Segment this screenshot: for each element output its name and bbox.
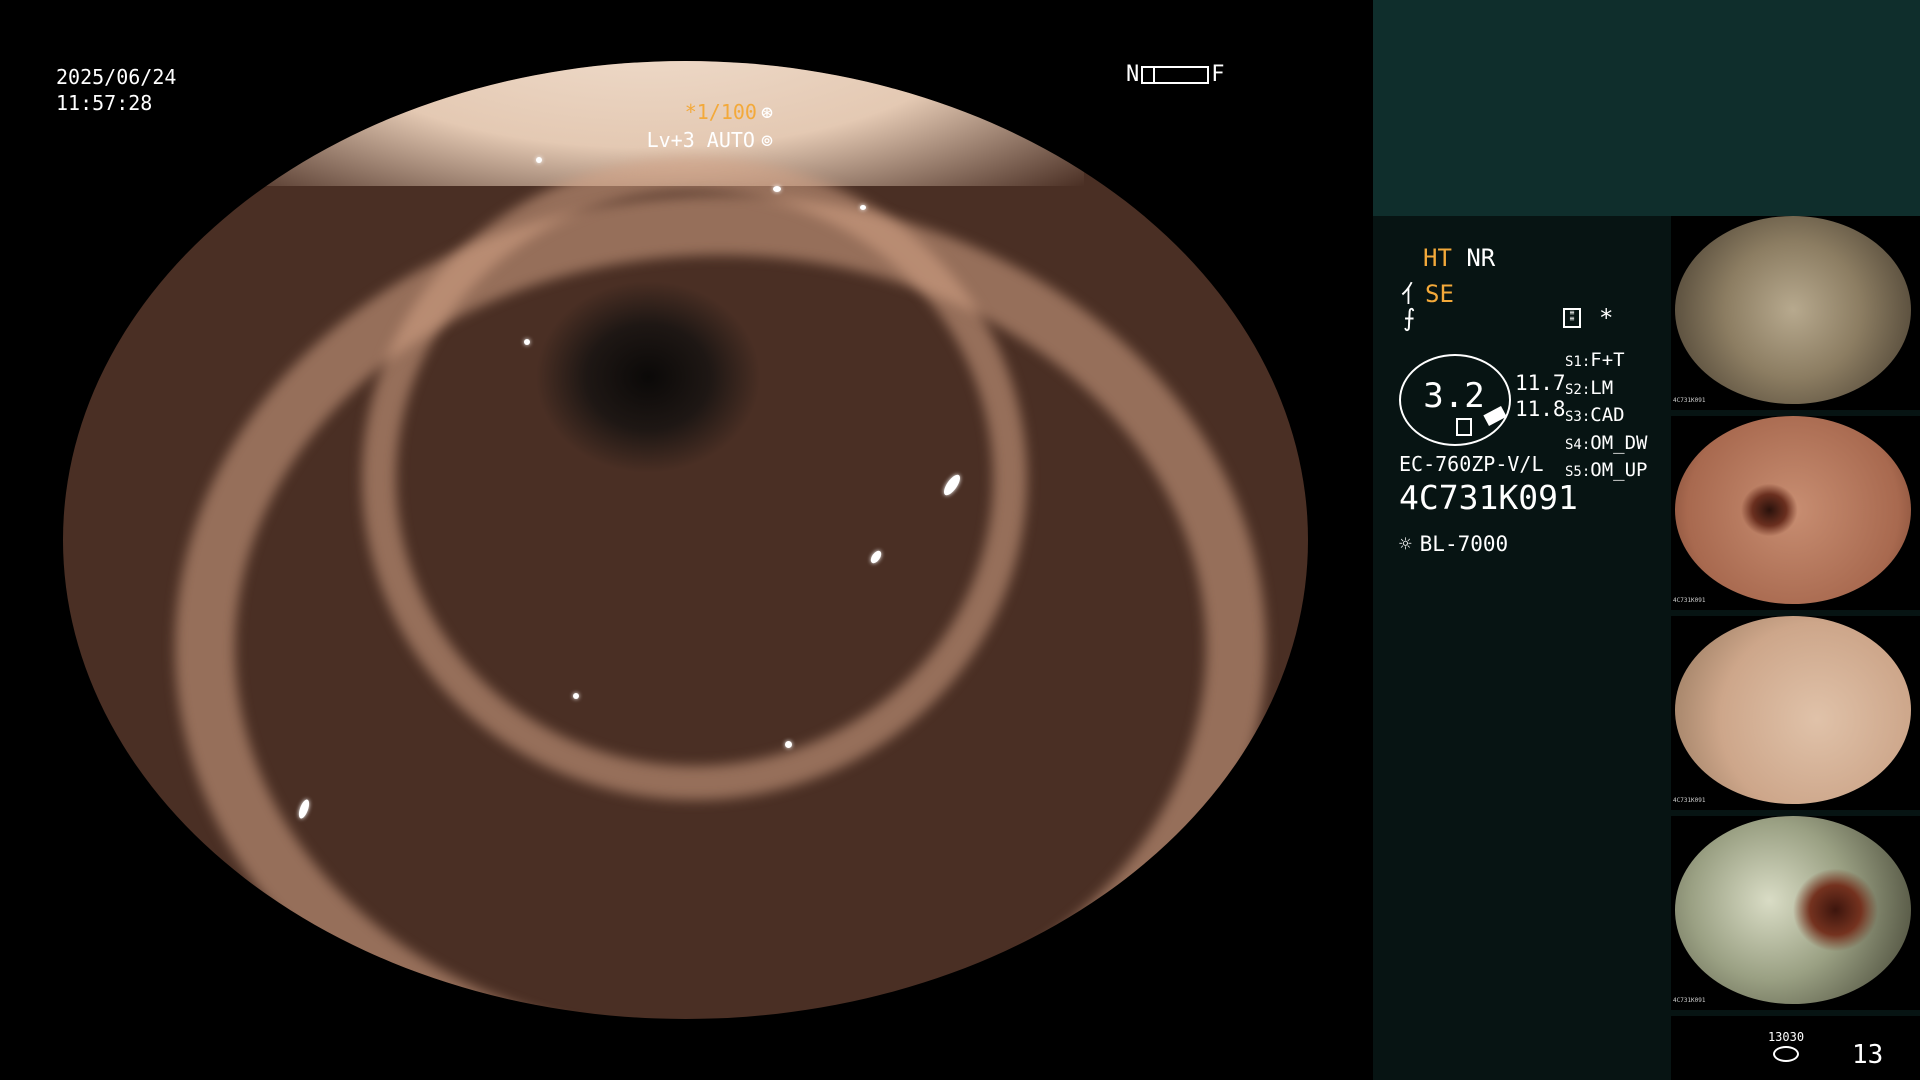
near-far-indicator: N F xyxy=(1126,62,1225,87)
side-panel: HT NR ⺅SE ⨍ ≡ ≡ * 3.2 11.7 11.8 S1:F+T S2… xyxy=(1373,216,1671,1080)
star-marker: * xyxy=(1599,304,1614,332)
value-1: 11.7 xyxy=(1515,371,1566,395)
shutter-icon: ⊛ xyxy=(760,100,773,124)
se-label: SE xyxy=(1425,280,1454,308)
mucosal-fold xyxy=(175,195,1267,1019)
focus-bar xyxy=(1141,65,1210,84)
scene-item: S3:CAD xyxy=(1565,404,1625,426)
far-label: F xyxy=(1211,62,1225,87)
freeze-icon: ⨍ xyxy=(1403,304,1416,332)
scene-item: S1:F+T xyxy=(1565,349,1625,371)
endoscope-view: 2025/06/24 11:57:28 N F *1/100 ⊛ Lv+3 AU… xyxy=(0,0,1373,1080)
thumbnail[interactable]: 4C731K091 xyxy=(1671,616,1920,810)
nr-label: NR xyxy=(1466,244,1496,272)
measurement-values: 11.7 11.8 xyxy=(1515,370,1566,422)
storage-indicator: 13030 xyxy=(1762,1030,1810,1062)
image-count: 13 xyxy=(1852,1040,1884,1070)
storage-disk-icon xyxy=(1773,1046,1799,1062)
thumbnail-image xyxy=(1675,216,1911,404)
endoscope-image xyxy=(63,61,1308,1019)
scope-model: EC-760ZP-V/L xyxy=(1399,452,1544,476)
thumbnail[interactable]: 4C731K091 xyxy=(1671,416,1920,610)
light-reflection xyxy=(859,204,866,210)
date-text: 2025/06/24 xyxy=(56,65,177,89)
iris-value: Lv+3 AUTO xyxy=(646,128,755,152)
thumbnail-label: 4C731K091 xyxy=(1673,597,1706,604)
light-reflection xyxy=(536,156,543,163)
shutter-speed-value: *1/100 xyxy=(684,100,757,124)
side-panel-header xyxy=(1373,0,1920,216)
iris-icon: ⊚ xyxy=(760,128,773,152)
settings-list-icon: ≡ ≡ xyxy=(1563,308,1581,328)
thumbnail-image xyxy=(1675,416,1911,604)
thumbnail-label: 4C731K091 xyxy=(1673,397,1706,404)
zoom-square-icon xyxy=(1456,418,1472,436)
enhancement-mode: HT NR xyxy=(1423,244,1495,272)
light-reflection xyxy=(772,185,781,192)
thumbnail-image xyxy=(1675,616,1911,804)
thumbnail-image xyxy=(1675,816,1911,1004)
shutter-speed: *1/100 ⊛ xyxy=(685,100,773,124)
scene-item: S2:LM xyxy=(1565,376,1614,399)
light-reflection xyxy=(336,951,349,956)
date-time-display: 2025/06/24 11:57:28 xyxy=(56,64,176,116)
time-text: 11:57:28 xyxy=(56,91,153,115)
capture-thumbnails: 4C731K091 4C731K091 4C731K091 4C731K091 xyxy=(1671,216,1920,1016)
near-label: N xyxy=(1126,62,1140,87)
zoom-gauge: 3.2 xyxy=(1399,354,1511,446)
light-reflection xyxy=(523,338,530,345)
thumbnail[interactable]: 4C731K091 xyxy=(1671,216,1920,410)
scene-item: S4:OM_DW xyxy=(1565,431,1648,454)
scene-list: S1:F+T S2:LM S3:CAD S4:OM_DW S5:OM_UP xyxy=(1565,348,1648,486)
light-source: ☼ BL-7000 xyxy=(1399,532,1508,556)
scope-serial: 4C731K091 xyxy=(1399,478,1578,517)
light-icon: ☼ xyxy=(1399,532,1412,556)
thumbnail[interactable]: 4C731K091 xyxy=(1671,816,1920,1010)
thumbnail-label: 4C731K091 xyxy=(1673,797,1706,804)
iris-setting: Lv+3 AUTO ⊚ xyxy=(647,128,773,152)
ht-label: HT xyxy=(1423,244,1452,272)
value-2: 11.8 xyxy=(1515,397,1566,421)
light-source-label: BL-7000 xyxy=(1419,532,1509,556)
storage-count: 13030 xyxy=(1767,1030,1805,1044)
thumbnail-label: 4C731K091 xyxy=(1673,997,1706,1004)
